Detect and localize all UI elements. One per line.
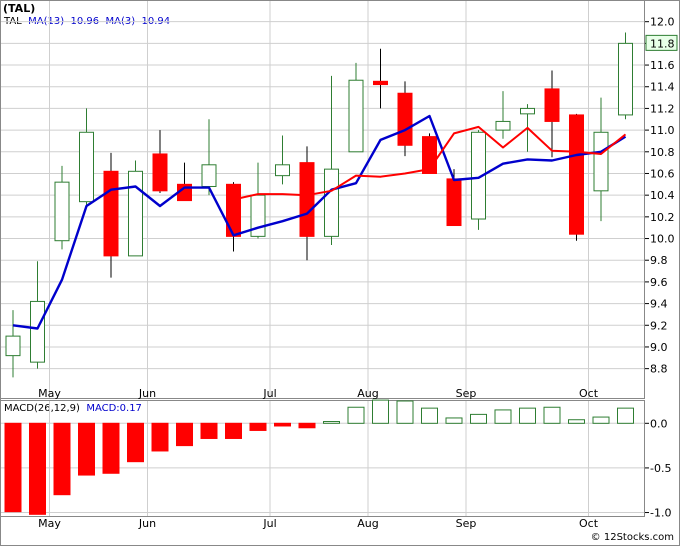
candle-up bbox=[520, 107, 535, 115]
stock-chart: 8.8 9.0 9.2 9.4 9.6 9.8 10.0 10.2 10.4 10.6 10.8 11… bbox=[0, 0, 680, 546]
month-label: May bbox=[38, 517, 61, 530]
macd-axis: -1.0 -0.5 0.0 bbox=[645, 417, 671, 520]
candle-up bbox=[54, 181, 70, 242]
macd-bar-positive bbox=[494, 409, 512, 424]
candle-up bbox=[348, 79, 364, 153]
macd-bar-negative bbox=[200, 422, 218, 439]
month-label: Oct bbox=[579, 517, 599, 530]
price-tick-label: 11.0 bbox=[650, 124, 675, 137]
candle-up bbox=[495, 120, 511, 131]
macd-bar-positive bbox=[568, 419, 585, 424]
price-tick-label: 11.6 bbox=[650, 59, 675, 72]
candle-up bbox=[201, 164, 217, 187]
macd-bar-positive bbox=[543, 406, 561, 424]
macd-bar-positive bbox=[592, 416, 610, 424]
month-label: Sep bbox=[456, 387, 477, 400]
month-label: Jul bbox=[262, 387, 276, 400]
price-tick-label: 10.6 bbox=[650, 167, 675, 180]
macd-bar-negative bbox=[127, 422, 144, 463]
outer-frame bbox=[0, 0, 680, 546]
candle-down bbox=[103, 170, 119, 257]
macd-tick-label: 0.0 bbox=[650, 417, 668, 430]
macd-tick-label: -1.0 bbox=[650, 507, 671, 520]
macd-bar-positive bbox=[519, 407, 536, 424]
month-label: Sep bbox=[456, 517, 477, 530]
month-axis: May May Jun Jun Jul Jul Aug Aug Sep Sep Oct Oct bbox=[38, 387, 599, 530]
candle-up bbox=[275, 164, 290, 177]
candle-up bbox=[5, 335, 21, 357]
macd-bar-negative bbox=[4, 422, 22, 513]
macd-bar-negative bbox=[176, 422, 193, 447]
month-label: Aug bbox=[357, 517, 378, 530]
candle-down bbox=[152, 153, 168, 192]
month-label: Jun bbox=[138, 387, 156, 400]
price-tick-label: 8.8 bbox=[650, 363, 668, 376]
macd-bar-positive bbox=[617, 407, 634, 424]
last-price-marker: 11.8 bbox=[645, 34, 678, 51]
candle-down bbox=[569, 114, 584, 235]
candle-up bbox=[593, 131, 609, 192]
candle-down bbox=[299, 162, 315, 237]
macd-bar-positive bbox=[396, 400, 414, 424]
price-tick-label: 11.2 bbox=[650, 102, 675, 115]
candle-down bbox=[446, 178, 462, 227]
macd-bar-negative bbox=[78, 422, 95, 476]
macd-bar-positive bbox=[347, 406, 365, 424]
price-tick-label: 9.6 bbox=[650, 276, 668, 289]
macd-bar-positive bbox=[421, 407, 438, 424]
price-tick-label: 9.2 bbox=[650, 319, 668, 332]
candle-up bbox=[324, 168, 339, 237]
macd-bar-negative bbox=[249, 422, 267, 431]
macd-bar-negative bbox=[29, 422, 46, 515]
candle-down bbox=[544, 88, 560, 122]
macd-bar-negative bbox=[102, 422, 120, 474]
price-tick-label: 9.8 bbox=[650, 254, 668, 267]
candle-down bbox=[397, 92, 413, 146]
macd-bar-positive bbox=[372, 399, 389, 424]
price-gridlines bbox=[0, 0, 645, 517]
month-label: Jun bbox=[138, 517, 156, 530]
candle-down bbox=[373, 80, 388, 86]
macd-gridlines bbox=[0, 422, 645, 514]
macd-tick-label: -0.5 bbox=[650, 462, 671, 475]
macd-bar-negative bbox=[274, 422, 291, 427]
macd-histogram bbox=[4, 399, 634, 515]
last-price-label: 11.8 bbox=[650, 37, 675, 50]
macd-bar-negative bbox=[298, 422, 316, 429]
price-tick-label: 10.4 bbox=[650, 189, 675, 202]
month-label: Jul bbox=[262, 517, 276, 530]
price-tick-label: 10.2 bbox=[650, 211, 675, 224]
price-tick-label: 12.0 bbox=[650, 16, 675, 29]
candle-up bbox=[128, 170, 143, 257]
price-tick-label: 9.4 bbox=[650, 298, 668, 311]
macd-bar-negative bbox=[151, 422, 169, 452]
price-tick-label: 10.0 bbox=[650, 233, 675, 246]
price-axis: 8.8 9.0 9.2 9.4 9.6 9.8 10.0 10.2 10.4 10.6 10.8 11… bbox=[645, 16, 675, 376]
month-label: Aug bbox=[357, 387, 378, 400]
candle-up bbox=[618, 42, 633, 116]
month-label: Oct bbox=[579, 387, 599, 400]
macd-bar-positive bbox=[445, 417, 463, 424]
month-label: May bbox=[38, 387, 61, 400]
price-tick-label: 10.8 bbox=[650, 146, 675, 159]
price-tick-label: 9.0 bbox=[650, 341, 668, 354]
price-tick-label: 11.4 bbox=[650, 81, 675, 94]
candle-up bbox=[79, 131, 94, 203]
macd-bar-positive bbox=[470, 413, 487, 424]
candle-down bbox=[226, 183, 241, 237]
macd-bar-negative bbox=[225, 422, 242, 439]
candle-up bbox=[30, 300, 45, 363]
macd-bar-negative bbox=[53, 422, 71, 496]
macd-bar-positive bbox=[323, 421, 340, 424]
